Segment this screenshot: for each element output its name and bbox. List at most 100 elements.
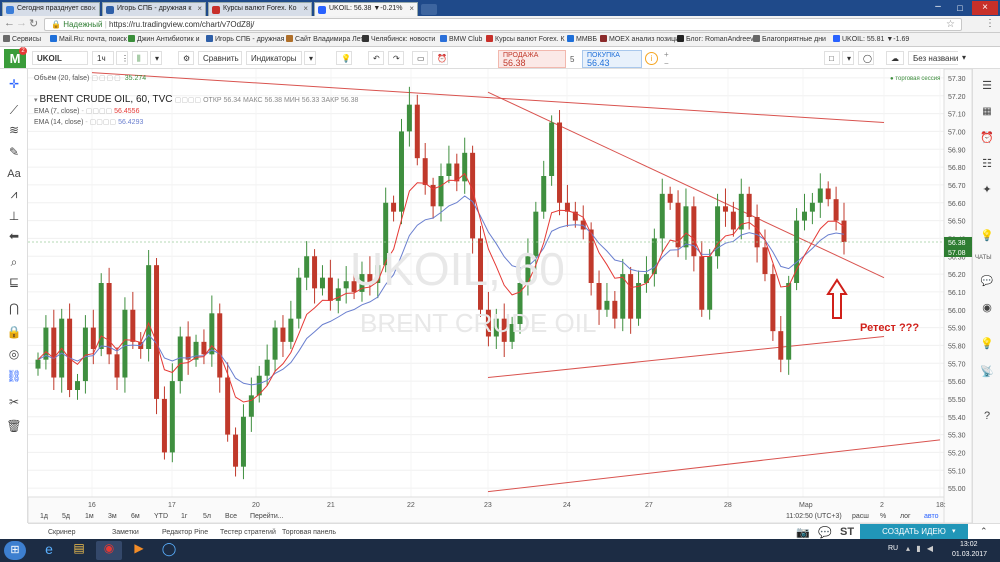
chart-style-icon[interactable]: ⫼ — [132, 51, 148, 65]
clock-timezone[interactable]: 11:02:50 (UTC+3) — [786, 513, 842, 520]
fib-retracement-icon[interactable]: ≋ — [6, 123, 22, 137]
alert-icon[interactable]: ⏰ — [432, 51, 448, 65]
tab-strategy-tester[interactable]: Тестер стратегий — [220, 529, 276, 536]
text-tool-icon[interactable]: Aa — [6, 167, 22, 181]
legend-controls-icon[interactable]: - ▢▢▢▢ — [85, 119, 118, 126]
range-5y[interactable]: 5л — [203, 513, 211, 520]
layout-dropdown-icon[interactable]: ▾ — [842, 51, 854, 65]
layout-name-dropdown-icon[interactable]: ▾ — [958, 51, 970, 65]
forward-icon[interactable]: → — [16, 17, 27, 29]
browser-tab-active[interactable]: UKOIL: 56.38 ▼-0.21% × — [314, 2, 418, 16]
scale-extended[interactable]: расш — [852, 513, 869, 520]
bookmark-item[interactable]: Mail.Ru: почта, поиск — [50, 35, 127, 43]
brush-icon[interactable]: ✎ — [6, 145, 22, 159]
legend-controls-icon[interactable]: - ▢▢▢▢ — [81, 108, 114, 115]
panel-resize-icon[interactable]: + − — [664, 50, 669, 68]
camera-icon[interactable]: 📷 — [796, 526, 810, 539]
goto-date-button[interactable]: Перейти... — [250, 513, 284, 520]
browser-tab[interactable]: Курсы валют Forex. Ко × — [208, 2, 312, 16]
settings-gear-icon[interactable]: ⚙ — [178, 51, 194, 65]
range-6m[interactable]: 6м — [131, 513, 140, 520]
compare-button[interactable]: Сравнить — [198, 51, 242, 65]
help-icon[interactable]: ? — [979, 409, 995, 423]
sell-panel[interactable]: ПРОДАЖА 56.38 — [498, 50, 566, 68]
media-player-icon[interactable]: ▶ — [126, 541, 152, 560]
bookmark-item[interactable]: Сервисы — [3, 35, 41, 43]
bookmark-item[interactable]: UKOIL: 55.81 ▼-1.69 — [833, 35, 909, 43]
cloud-save-icon[interactable]: ☁ — [886, 51, 904, 65]
trash-icon[interactable]: 🗑 — [6, 419, 22, 433]
layout-grid-icon[interactable]: □ — [824, 51, 840, 65]
bookmark-item[interactable]: MOEX анализ позиций — [600, 35, 683, 43]
broadcast-icon[interactable]: 📡 — [979, 365, 995, 379]
scale-log[interactable]: лог — [900, 513, 911, 520]
taskbar-clock[interactable]: 13:02 — [960, 541, 978, 548]
chats-label[interactable]: ЧАТЫ — [975, 255, 992, 261]
bookmark-item[interactable]: Сайт Владимира Лет — [286, 35, 364, 43]
pattern-tool-icon[interactable]: ⩘ — [6, 187, 22, 201]
close-window-button[interactable]: × — [972, 1, 998, 15]
ema7-legend[interactable]: EMA (7, close) - ▢▢▢▢ 56.4556 — [34, 107, 139, 115]
info-icon[interactable]: i — [645, 52, 658, 65]
watchlist-icon[interactable]: ☰ — [979, 79, 995, 93]
symbol-legend[interactable]: ▾ BRENT CRUDE OIL, 60, TVC ▢▢▢▢ ОТКР 56.… — [34, 94, 358, 105]
opera-icon[interactable]: ◯ — [156, 541, 182, 560]
redo-icon[interactable]: ↷ — [388, 51, 404, 65]
browser-tab[interactable]: Сегодня празднует сво × — [2, 2, 100, 16]
range-1m[interactable]: 1м — [85, 513, 94, 520]
bookmark-item[interactable]: Челябинск: новости — [362, 35, 435, 43]
range-ytd[interactable]: YTD — [154, 513, 168, 520]
legend-controls-icon[interactable]: ▢▢▢▢ — [175, 97, 203, 104]
arrow-left-icon[interactable]: ⬅ — [6, 229, 22, 243]
lightbulb-icon[interactable]: 💡 — [336, 51, 352, 65]
bookmark-item[interactable]: Игорь СПБ - дружная — [206, 35, 284, 43]
range-1y[interactable]: 1г — [181, 513, 187, 520]
alarm-clock-icon[interactable]: ⏰ — [979, 131, 995, 145]
range-all[interactable]: Все — [225, 513, 237, 520]
scale-auto[interactable]: авто — [924, 513, 938, 520]
close-tab-icon[interactable]: × — [409, 4, 414, 13]
magnet-icon[interactable]: ⋂ — [6, 301, 22, 315]
indicators-button[interactable]: Индикаторы — [246, 51, 302, 65]
calendar-icon[interactable]: ▦ — [979, 105, 995, 119]
start-button[interactable]: ⊞ — [4, 541, 26, 560]
hotlist-icon[interactable]: ✦ — [979, 183, 995, 197]
bookmark-item[interactable]: Благоприятные дни — [753, 35, 826, 43]
zoom-icon[interactable]: ⌕ — [6, 255, 22, 269]
close-tab-icon[interactable]: × — [91, 4, 96, 13]
publish-more-icon[interactable]: ▾ — [952, 527, 956, 535]
comment-icon[interactable]: 💬 — [818, 526, 832, 539]
chats-icon[interactable]: 💬 — [979, 275, 995, 289]
browser-menu-icon[interactable]: ⋮ — [985, 18, 995, 29]
bookmark-item[interactable]: Блог: RomanAndreev — [677, 35, 754, 43]
interval-select[interactable]: 1ч — [92, 51, 114, 65]
reload-icon[interactable]: ↻ — [29, 17, 38, 30]
indicators-dropdown-icon[interactable]: ▾ — [304, 51, 316, 65]
hide-drawings-icon[interactable]: ◎ — [6, 347, 22, 361]
back-icon[interactable]: ← — [4, 17, 15, 29]
measure-tool-icon[interactable]: ⊥ — [6, 209, 22, 223]
volume-legend[interactable]: Объём (20, false) ▢▢▢▢ 35.274 — [34, 74, 146, 82]
bookmark-item[interactable]: ММВБ — [567, 35, 597, 43]
scale-percent[interactable]: % — [880, 513, 886, 520]
chrome-icon[interactable]: ◉ — [96, 541, 122, 560]
link-icon[interactable]: ⛓ — [6, 369, 22, 383]
chart-style-dropdown-icon[interactable]: ▾ — [150, 51, 162, 65]
explorer-icon[interactable]: ▤ — [66, 541, 92, 560]
language-indicator[interactable]: RU — [888, 545, 898, 552]
ie-icon[interactable]: e — [36, 541, 62, 560]
tab-trading-panel[interactable]: Торговая панель — [282, 529, 336, 536]
measure-ruler-icon[interactable]: ⊑ — [6, 275, 22, 289]
bookmark-item[interactable]: Курсы валют Forex. К — [486, 35, 565, 43]
new-tab-button[interactable] — [421, 4, 437, 15]
maximize-window-button[interactable]: □ — [950, 2, 970, 14]
buy-panel[interactable]: ПОКУПКА 56.43 — [582, 50, 642, 68]
data-window-icon[interactable]: ☷ — [979, 157, 995, 171]
tab-screener[interactable]: Скринер — [48, 529, 76, 536]
ideas-icon[interactable]: 💡 — [979, 229, 995, 243]
remove-drawings-icon[interactable]: ✂ — [6, 395, 22, 409]
trend-line-icon[interactable]: ⟋ — [6, 103, 22, 117]
browser-tab[interactable]: Игорь СПБ - дружная к × — [102, 2, 206, 16]
undo-icon[interactable]: ↶ — [368, 51, 384, 65]
range-5d[interactable]: 5д — [62, 513, 70, 520]
